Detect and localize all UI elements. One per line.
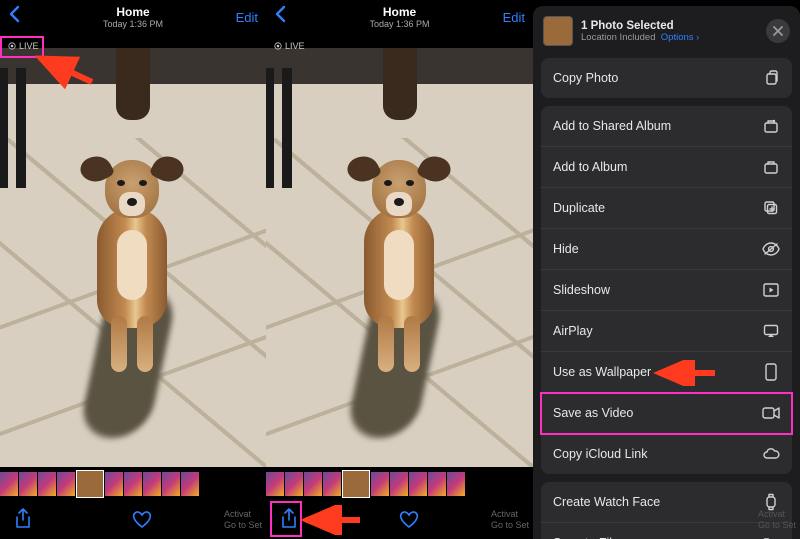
live-badge: LIVE xyxy=(270,40,309,52)
back-button[interactable] xyxy=(274,5,308,29)
share-item-use-as-wallpaper[interactable]: Use as Wallpaper xyxy=(541,352,792,393)
share-item-slideshow[interactable]: Slideshow xyxy=(541,270,792,311)
header-title: Home xyxy=(42,5,224,19)
watermark: ActivatGo to Set xyxy=(758,509,796,531)
share-item-save-to-files[interactable]: Save to Files xyxy=(541,523,792,539)
share-sheet-subtitle: Location Included Options › xyxy=(581,32,758,43)
video-icon xyxy=(762,404,780,422)
heart-icon xyxy=(131,509,153,529)
thumbnail-strip[interactable] xyxy=(0,469,266,499)
share-item-add-to-shared-album[interactable]: Add to Shared Album xyxy=(541,106,792,147)
hide-icon xyxy=(762,240,780,258)
share-menu-group: Copy Photo xyxy=(541,58,792,98)
share-item-label: Create Watch Face xyxy=(553,495,660,509)
live-icon xyxy=(274,42,282,50)
photo-viewport[interactable] xyxy=(266,34,533,467)
album-icon xyxy=(762,158,780,176)
share-item-label: AirPlay xyxy=(553,324,593,338)
share-item-copy-photo[interactable]: Copy Photo xyxy=(541,58,792,98)
live-label: LIVE xyxy=(19,41,39,51)
watermark: ActivatGo to Set xyxy=(491,509,529,531)
share-item-create-watch-face[interactable]: Create Watch Face xyxy=(541,482,792,523)
share-item-label: Duplicate xyxy=(553,201,605,215)
share-item-label: Hide xyxy=(553,242,579,256)
favorite-button[interactable] xyxy=(131,509,153,529)
favorite-button[interactable] xyxy=(398,509,420,529)
share-menu[interactable]: Copy Photo Add to Shared Album Add to Albu… xyxy=(533,58,800,539)
folder-icon xyxy=(762,534,780,539)
share-item-label: Save as Video xyxy=(553,406,633,420)
live-label: LIVE xyxy=(285,41,305,51)
live-badge: LIVE xyxy=(4,40,43,52)
header-title-block: Home Today 1:36 PM xyxy=(308,5,491,29)
share-menu-group: Create Watch FaceSave to FilesAssign to … xyxy=(541,482,792,539)
share-item-save-as-video[interactable]: Save as Video xyxy=(541,393,792,434)
share-item-label: Use as Wallpaper xyxy=(553,365,651,379)
header-subtitle: Today 1:36 PM xyxy=(308,19,491,29)
share-item-label: Add to Shared Album xyxy=(553,119,671,133)
nav-header: Home Today 1:36 PM Edit xyxy=(0,0,266,34)
header-title: Home xyxy=(308,5,491,19)
share-icon xyxy=(280,508,298,530)
copy-icon xyxy=(762,69,780,87)
close-icon xyxy=(773,26,783,36)
share-button[interactable] xyxy=(280,508,298,530)
share-menu-group: Add to Shared Album Add to Album Duplicate… xyxy=(541,106,792,474)
share-item-copy-icloud-link[interactable]: Copy iCloud Link xyxy=(541,434,792,474)
header-title-block: Home Today 1:36 PM xyxy=(42,5,224,29)
photo-content xyxy=(266,48,533,467)
share-item-duplicate[interactable]: Duplicate xyxy=(541,188,792,229)
share-item-airplay[interactable]: AirPlay xyxy=(541,311,792,352)
watch-icon xyxy=(762,493,780,511)
edit-button[interactable]: Edit xyxy=(491,10,525,25)
screen-3-share-sheet: 1 Photo Selected Location Included Optio… xyxy=(533,0,800,539)
share-item-hide[interactable]: Hide xyxy=(541,229,792,270)
back-button[interactable] xyxy=(8,5,42,29)
shared-album-icon xyxy=(762,117,780,135)
wallpaper-icon xyxy=(762,363,780,381)
close-button[interactable] xyxy=(766,19,790,43)
share-sheet-title: 1 Photo Selected xyxy=(581,20,758,32)
edit-button[interactable]: Edit xyxy=(224,10,258,25)
live-icon xyxy=(8,42,16,50)
share-item-label: Add to Album xyxy=(553,160,627,174)
duplicate-icon xyxy=(762,199,780,217)
share-item-add-to-album[interactable]: Add to Album xyxy=(541,147,792,188)
share-item-label: Slideshow xyxy=(553,283,610,297)
share-item-label: Copy Photo xyxy=(553,71,618,85)
share-button[interactable] xyxy=(14,508,32,530)
thumbnail-strip[interactable] xyxy=(266,469,533,499)
screen-2-photo-view: Home Today 1:36 PM Edit LIVE xyxy=(266,0,533,539)
header-subtitle: Today 1:36 PM xyxy=(42,19,224,29)
play-icon xyxy=(762,281,780,299)
photo-viewport[interactable] xyxy=(0,34,266,467)
share-options-link[interactable]: Options › xyxy=(661,32,700,43)
nav-header: Home Today 1:36 PM Edit xyxy=(266,0,533,34)
photo-content xyxy=(0,48,266,467)
share-sheet: 1 Photo Selected Location Included Optio… xyxy=(533,6,800,539)
heart-icon xyxy=(398,509,420,529)
airplay-icon xyxy=(762,322,780,340)
watermark: ActivatGo to Set xyxy=(224,509,262,531)
share-sheet-header: 1 Photo Selected Location Included Optio… xyxy=(533,6,800,58)
share-thumbnail xyxy=(543,16,573,46)
cloud-icon xyxy=(762,445,780,463)
share-item-label: Copy iCloud Link xyxy=(553,447,648,461)
share-icon xyxy=(14,508,32,530)
screen-1-photo-view: Home Today 1:36 PM Edit LIVE xyxy=(0,0,266,539)
